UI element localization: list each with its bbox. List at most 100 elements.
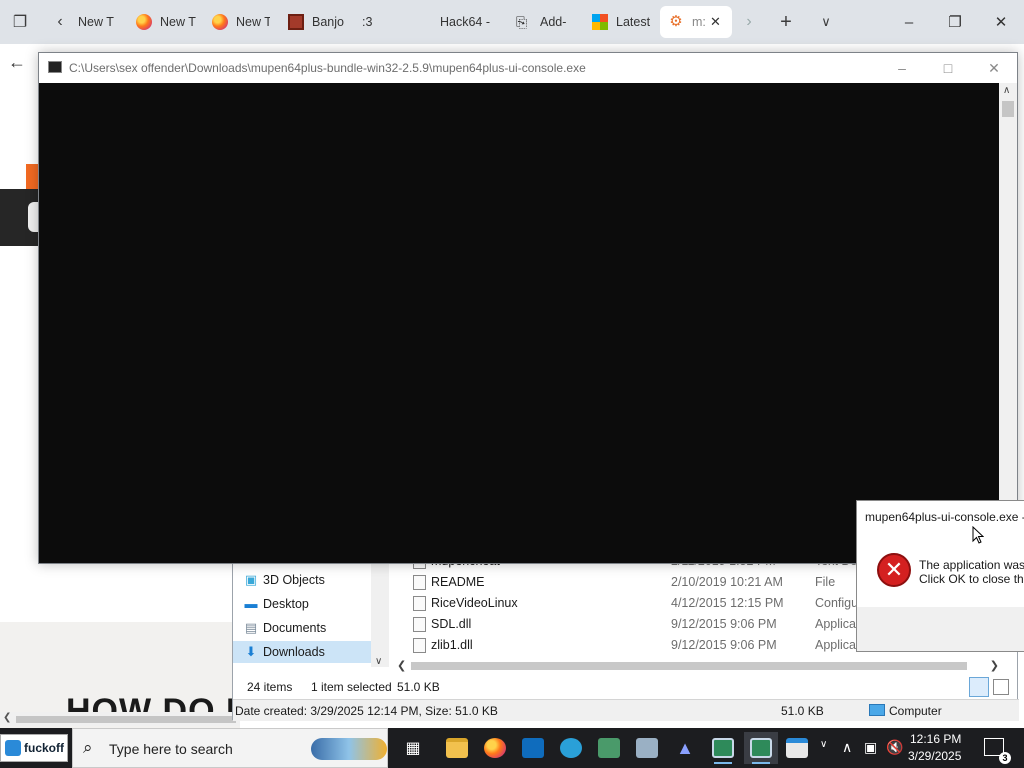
scroll-right-icon[interactable]: ❯ (990, 659, 999, 672)
app-photos-taskbar-icon[interactable] (630, 732, 664, 764)
browser-close-icon[interactable]: ✕ (978, 8, 1024, 36)
mupen-taskbar-icon[interactable] (744, 732, 778, 764)
console-taskbar-icon[interactable] (706, 732, 740, 764)
tab-banjo[interactable]: Banjo :3 (280, 6, 390, 38)
console-maximize-icon[interactable]: □ (925, 53, 971, 83)
clock-time[interactable]: 12:16 PM (910, 732, 961, 746)
outlook-taskbar-icon[interactable] (516, 732, 550, 764)
new-tab-plus-icon[interactable]: + (772, 8, 800, 36)
taskbar: fuckoff ⌕ Type here to search ▦ ▲ ∨ ∧ ▣ (0, 728, 1024, 768)
scroll-left-icon[interactable]: ❮ (397, 659, 406, 672)
start-logo-icon (5, 740, 21, 756)
nav-item-label: Documents (263, 621, 327, 635)
file-explorer-taskbar-icon[interactable] (440, 732, 474, 764)
cube-icon: ▣ (244, 572, 258, 587)
taskbar-search-box[interactable]: ⌕ Type here to search (72, 728, 388, 768)
tab-close-icon[interactable]: ✕ (710, 14, 721, 30)
error-message-line-1: The application was (919, 558, 1024, 572)
search-highlight-image[interactable] (311, 738, 387, 760)
nav-item-label: 3D Objects (263, 573, 325, 587)
nav-item-desktop[interactable]: ▬ Desktop (233, 593, 371, 615)
tab-list-chevron-down-icon[interactable]: ∨ (812, 8, 840, 36)
scrollbar-thumb[interactable] (411, 662, 967, 670)
tab-label-extra: :3 (361, 15, 373, 29)
tray-overflow-chevron-up-icon[interactable]: ∧ (842, 739, 852, 756)
console-minimize-icon[interactable]: – (879, 53, 925, 83)
scrollbar-thumb[interactable] (16, 716, 236, 723)
file-list-horizontal-scrollbar[interactable]: ❮ ❯ (393, 658, 1003, 674)
app-cube-taskbar-icon[interactable] (592, 732, 626, 764)
error-message-line-2: Click OK to close the (919, 572, 1024, 586)
tab-scroll-right-icon[interactable]: › (735, 8, 763, 36)
back-arrow-icon[interactable]: ← (8, 52, 26, 73)
page-horizontal-scrollbar[interactable]: ❮ (0, 712, 240, 726)
tab-hack64[interactable]: Hack64 - (432, 6, 506, 38)
file-name: RiceVideoLinux (431, 596, 518, 610)
nav-item-label: Downloads (263, 645, 325, 659)
browser-minimize-icon[interactable]: – (886, 8, 932, 36)
config-file-icon (413, 596, 426, 611)
computer-icon (869, 704, 885, 716)
dll-file-icon (413, 617, 426, 632)
file-type: Applicat (815, 617, 860, 631)
scroll-up-icon[interactable]: ∧ (1003, 85, 1010, 96)
tab-label: New T (160, 15, 196, 29)
tab-latest[interactable]: Latest (584, 6, 656, 38)
console-vertical-scrollbar[interactable]: ∧ (999, 83, 1017, 563)
location-label: Computer (889, 704, 942, 718)
puzzle-icon: ⎘ (516, 14, 528, 30)
notification-count-badge: 3 (999, 752, 1011, 764)
tab-label: Banjo (312, 15, 344, 29)
network-icon[interactable]: ▣ (864, 739, 877, 756)
nav-item-3d-objects[interactable]: ▣ 3D Objects (233, 569, 371, 591)
clock-date[interactable]: 3/29/2025 (908, 749, 961, 763)
file-name: zlib1.dll (431, 638, 473, 652)
firefox-taskbar-icon[interactable] (478, 732, 512, 764)
tab-tray-icon[interactable]: ❐ (6, 8, 34, 36)
tab-new-tab-1[interactable]: New T (70, 6, 128, 38)
file-date: 9/12/2015 9:06 PM (671, 617, 777, 631)
console-output-area[interactable] (39, 83, 999, 563)
mupen-app-icon (750, 738, 772, 758)
tab-new-tab-3[interactable]: New T (204, 6, 270, 38)
console-app-icon (712, 738, 734, 758)
explorer-details-bar: Date created: 3/29/2025 12:14 PM, Size: … (233, 699, 1019, 721)
firefox-icon (212, 14, 228, 30)
search-placeholder: Type here to search (109, 741, 233, 757)
edge-taskbar-icon[interactable] (554, 732, 588, 764)
console-window: C:\Users\sex offender\Downloads\mupen64p… (38, 52, 1018, 564)
tray-scroll-icon[interactable]: ∨ (820, 739, 827, 750)
console-app-icon (48, 61, 62, 73)
large-icons-view-toggle-icon[interactable] (993, 679, 1009, 695)
console-close-icon[interactable]: ✕ (971, 53, 1017, 83)
firefox-icon (484, 738, 506, 758)
error-dialog-title: mupen64plus-ui-console.exe - (865, 510, 1024, 524)
start-button[interactable]: fuckoff (0, 734, 68, 762)
nav-item-documents[interactable]: ▤ Documents (233, 617, 371, 639)
browser-tab-strip: ❐ ‹ New T New T New T Banjo :3 Hack64 - … (0, 0, 1024, 44)
cube-app-icon (598, 738, 620, 758)
banjo-icon (288, 14, 304, 30)
file-created-info: Date created: 3/29/2025 12:14 PM, Size: … (235, 704, 498, 718)
file-size-info: 51.0 KB (781, 704, 824, 718)
outlook-icon (522, 738, 544, 758)
file-date: 4/12/2015 12:15 PM (671, 596, 784, 610)
scroll-left-icon[interactable]: ❮ (3, 712, 11, 723)
tab-new-tab-2[interactable]: New T (128, 6, 198, 38)
task-view-icon[interactable]: ▦ (396, 732, 430, 764)
tab-active-mupen[interactable]: ⚙ m: ✕ (660, 6, 732, 38)
app-window-taskbar-icon[interactable] (780, 732, 814, 764)
item-count: 24 items (247, 680, 293, 694)
volume-muted-icon[interactable]: 🔇 (886, 739, 903, 756)
browser-restore-icon[interactable]: ❐ (932, 8, 978, 36)
scroll-down-icon[interactable]: ∨ (375, 656, 382, 667)
tab-label: Add- (540, 15, 567, 29)
nav-item-downloads[interactable]: ⬇ Downloads (233, 641, 371, 663)
scrollbar-thumb[interactable] (1002, 101, 1014, 117)
details-view-toggle-icon[interactable] (969, 677, 989, 697)
console-title: C:\Users\sex offender\Downloads\mupen64p… (69, 61, 586, 75)
file-date: 2/10/2019 10:21 AM (671, 575, 783, 589)
app-triangle-taskbar-icon[interactable]: ▲ (668, 732, 702, 764)
console-title-bar[interactable]: C:\Users\sex offender\Downloads\mupen64p… (39, 53, 1017, 83)
tab-add-ons[interactable]: ⎘ Add- (508, 6, 578, 38)
